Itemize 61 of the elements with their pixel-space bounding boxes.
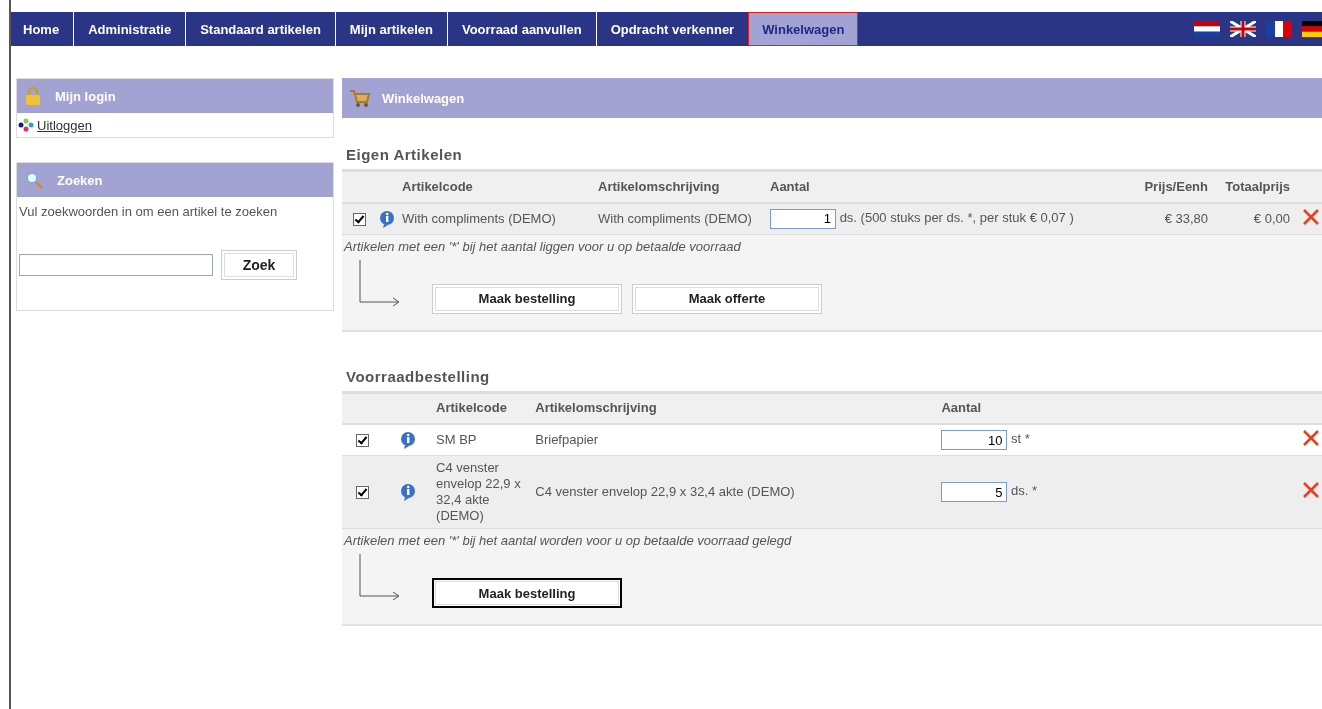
column-header: Prijs/Eenh — [1144, 178, 1208, 194]
section-heading: Voorraadbestelling — [346, 367, 491, 385]
column-header: Artikelcode — [436, 400, 507, 416]
cart-icon — [348, 88, 370, 108]
column-header: Artikelomschrijving — [598, 178, 720, 194]
nav-tab[interactable]: Home — [11, 12, 75, 46]
arrow-icon — [358, 554, 402, 600]
nav-tab[interactable]: Voorraad aanvullen — [447, 12, 597, 46]
section-heading: Eigen Artikelen — [346, 146, 464, 163]
note-text: Artikelen met een '*' bij het aantal liggen voor u op betaalde voorraad — [344, 238, 742, 254]
checkbox[interactable] — [352, 212, 366, 226]
unit-text: ds. (500 stuks per ds. *, per stuk € 0,07 ) — [839, 209, 1074, 225]
table-cell: With compliments (DEMO) — [402, 210, 556, 226]
delete-icon[interactable] — [1302, 207, 1320, 226]
search-hint: Vul zoekwoorden in om een artikel te zoeken — [19, 203, 279, 220]
action-button[interactable]: Maak bestelling — [432, 283, 622, 314]
action-button[interactable]: Maak offerte — [632, 283, 822, 314]
search-button[interactable]: Zoek — [221, 250, 297, 280]
table-cell: € 33,80 — [1164, 210, 1208, 226]
panel-title: Zoeken — [57, 172, 103, 188]
quantity-field[interactable]: 1 — [770, 208, 836, 229]
nav-tab[interactable]: Administratie — [74, 12, 187, 46]
padlock-icon — [25, 86, 41, 106]
table-cell: € 0,00 — [1253, 210, 1290, 226]
nav-tab[interactable]: Winkelwagen — [748, 12, 859, 46]
note-text: Artikelen met een '*' bij het aantal worden voor u op betaalde voorraad gelegd — [344, 533, 793, 548]
column-header: Aantal — [941, 400, 982, 416]
column-header: Aantal — [770, 178, 810, 194]
info-icon[interactable] — [399, 431, 418, 449]
arrow-icon — [358, 259, 402, 306]
nav-tab[interactable]: Mijn artikelen — [335, 12, 448, 46]
table-cell: SM BP — [436, 432, 477, 447]
british-flag-icon[interactable] — [1230, 21, 1256, 37]
search-field[interactable] — [19, 254, 213, 276]
column-header: Totaalprijs — [1225, 178, 1290, 194]
dutch-flag-icon[interactable] — [1194, 21, 1220, 37]
section-title: Winkelwagen — [382, 90, 465, 106]
checkbox[interactable] — [355, 434, 369, 448]
german-flag-icon[interactable] — [1302, 21, 1322, 37]
logout-link[interactable]: Uitloggen — [37, 117, 92, 133]
delete-icon[interactable] — [1302, 429, 1320, 447]
nav-tab[interactable]: Standaard artikelen — [186, 12, 336, 46]
table-cell: C4 venster envelop 22,9 x 32,4 akte (DEMO) — [436, 460, 521, 523]
panel-title: Mijn login — [55, 88, 116, 104]
quantity-field[interactable]: 10 — [941, 430, 1008, 450]
table-cell: Briefpapier — [535, 432, 599, 447]
delete-icon[interactable] — [1302, 481, 1320, 499]
info-icon[interactable] — [399, 483, 418, 501]
colored-dots-icon — [18, 118, 34, 132]
column-header: Artikelcode — [402, 178, 473, 194]
checkbox[interactable] — [355, 486, 369, 500]
table-cell: With compliments (DEMO) — [598, 210, 752, 226]
column-header: Artikelomschrijving — [535, 400, 657, 416]
action-button[interactable]: Maak bestelling — [432, 578, 622, 608]
quantity-field[interactable]: 5 — [941, 482, 1008, 502]
info-icon[interactable] — [378, 209, 396, 228]
search-icon — [25, 171, 43, 189]
unit-text: ds. * — [1011, 483, 1038, 499]
table-cell: C4 venster envelop 22,9 x 32,4 akte (DEMO) — [535, 484, 795, 499]
french-flag-icon[interactable] — [1266, 21, 1292, 37]
unit-text: st * — [1011, 431, 1030, 447]
